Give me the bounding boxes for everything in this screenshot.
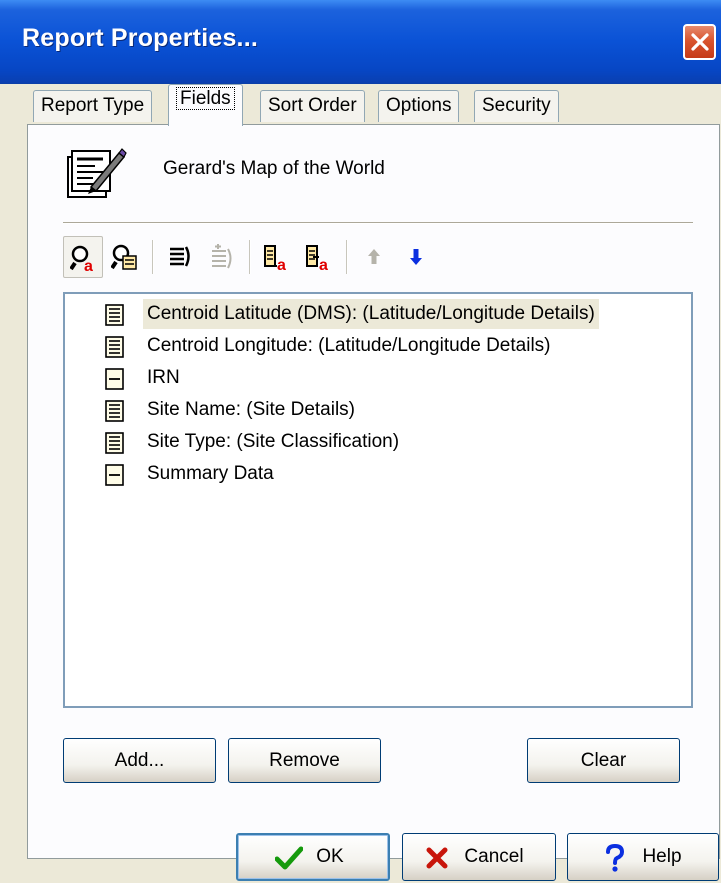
field-label: Site Name: (Site Details) bbox=[147, 399, 356, 420]
tab-options[interactable]: Options bbox=[378, 90, 460, 122]
checkmark-icon bbox=[275, 846, 303, 870]
report-name: Gerard's Map of the World bbox=[163, 158, 385, 179]
toolbar-separator bbox=[346, 240, 348, 274]
tab-sort-order[interactable]: Sort Order bbox=[260, 90, 365, 122]
move-up-button[interactable] bbox=[354, 236, 394, 278]
single-field-icon bbox=[105, 464, 124, 486]
add-field-before-icon: a bbox=[264, 245, 286, 271]
field-label: Site Type: (Site Classification) bbox=[147, 431, 400, 452]
text-field-icon bbox=[105, 336, 124, 358]
tab-report-type[interactable]: Report Type bbox=[33, 90, 153, 122]
add-field-after-icon: a bbox=[306, 245, 328, 271]
cancel-label: Cancel bbox=[464, 846, 524, 867]
move-down-button[interactable] bbox=[396, 236, 436, 278]
report-document-pen-icon bbox=[65, 145, 127, 207]
report-properties-dialog: Report Properties... Report Type Fields … bbox=[0, 0, 721, 883]
find-next-button[interactable] bbox=[105, 236, 145, 278]
field-item[interactable]: Site Name: (Site Details) bbox=[105, 395, 355, 425]
add-field-before-button[interactable]: a bbox=[257, 236, 297, 278]
title-bar[interactable]: Report Properties... bbox=[0, 0, 721, 84]
field-label: Centroid Latitude (DMS): (Latitude/Longi… bbox=[143, 299, 599, 329]
svg-text:a: a bbox=[84, 258, 93, 272]
window-title: Report Properties... bbox=[22, 24, 258, 52]
svg-text:a: a bbox=[277, 257, 286, 271]
field-label: Centroid Longitude: (Latitude/Longitude … bbox=[147, 335, 551, 356]
toolbar-separator bbox=[249, 240, 251, 274]
clear-button[interactable]: Clear bbox=[527, 738, 680, 783]
tab-fields-label: Fields bbox=[176, 87, 235, 110]
field-item[interactable]: IRN bbox=[105, 363, 180, 393]
field-item[interactable]: Summary Data bbox=[105, 459, 274, 489]
cancel-button[interactable]: Cancel bbox=[402, 833, 556, 881]
tab-security[interactable]: Security bbox=[474, 90, 559, 122]
remove-button[interactable]: Remove bbox=[228, 738, 381, 783]
move-up-icon bbox=[368, 249, 380, 264]
cancel-x-icon bbox=[426, 847, 448, 869]
field-list[interactable]: Centroid Latitude (DMS): (Latitude/Longi… bbox=[63, 292, 693, 708]
text-field-icon bbox=[105, 304, 124, 326]
close-button[interactable] bbox=[683, 24, 716, 60]
close-icon bbox=[691, 33, 709, 51]
add-button[interactable]: Add... bbox=[63, 738, 216, 783]
collapse-all-button[interactable] bbox=[202, 236, 242, 278]
field-item[interactable]: Centroid Latitude (DMS): (Latitude/Longi… bbox=[105, 299, 599, 329]
single-field-icon bbox=[105, 368, 124, 390]
ok-label: OK bbox=[316, 846, 344, 867]
svg-text:a: a bbox=[319, 257, 328, 271]
move-down-icon bbox=[410, 249, 422, 265]
field-label: IRN bbox=[147, 367, 180, 388]
find-field-icon: a bbox=[70, 245, 93, 272]
expand-all-icon bbox=[170, 246, 190, 267]
collapse-all-icon bbox=[212, 244, 232, 269]
add-field-after-button[interactable]: a bbox=[299, 236, 339, 278]
field-label: Summary Data bbox=[147, 463, 274, 484]
help-question-icon bbox=[606, 844, 625, 872]
help-button[interactable]: Help bbox=[567, 833, 719, 881]
find-field-button[interactable]: a bbox=[63, 236, 103, 278]
field-item[interactable]: Site Type: (Site Classification) bbox=[105, 427, 399, 457]
field-item[interactable]: Centroid Longitude: (Latitude/Longitude … bbox=[105, 331, 551, 361]
toolbar-separator bbox=[152, 240, 154, 274]
ok-button[interactable]: OK bbox=[236, 833, 390, 881]
divider bbox=[63, 222, 693, 224]
text-field-icon bbox=[105, 432, 124, 454]
help-label: Help bbox=[642, 846, 682, 867]
find-next-icon bbox=[111, 244, 137, 270]
tab-fields[interactable]: Fields bbox=[168, 84, 243, 126]
text-field-icon bbox=[105, 400, 124, 422]
expand-all-button[interactable] bbox=[160, 236, 200, 278]
